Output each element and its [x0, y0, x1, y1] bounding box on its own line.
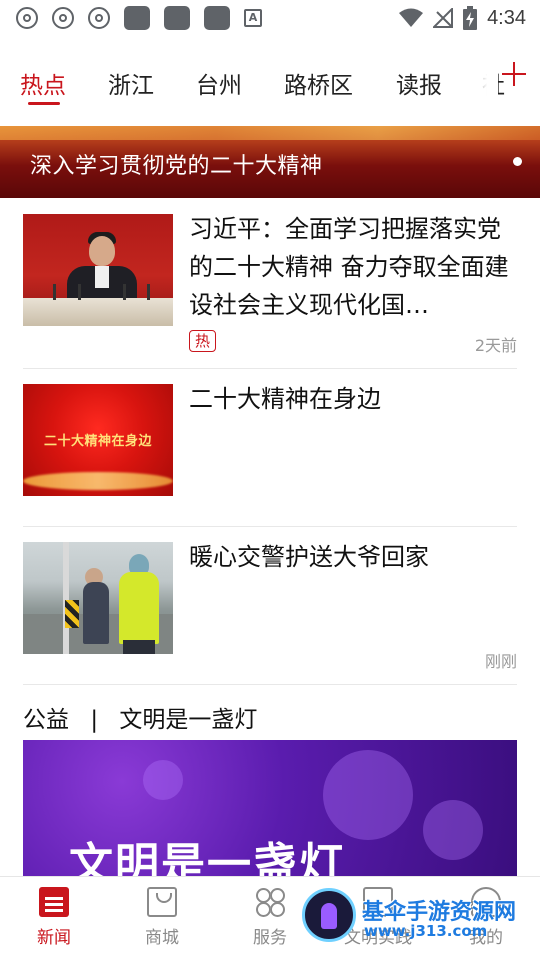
nav-label: 服务: [253, 928, 287, 948]
site-watermark: 基伞手游资源网 www.j313.com: [300, 884, 540, 950]
no-signal-icon: [433, 8, 454, 28]
news-thumbnail: [23, 214, 173, 326]
watermark-url: www.j313.com: [364, 922, 488, 940]
shopping-bag-icon: [147, 887, 177, 917]
section-separator: |: [90, 707, 99, 733]
chrome-notification-icon: [88, 7, 110, 29]
news-time: 2天前: [474, 336, 517, 355]
carousel-indicator: [513, 157, 522, 166]
nav-mall[interactable]: 商城: [122, 887, 202, 948]
banner-slogan: 文明是一盏灯: [69, 839, 345, 878]
news-item[interactable]: 二十大精神在身边 二十大精神在身边: [23, 384, 517, 496]
status-bar: A 4:34: [0, 0, 540, 36]
divider: [23, 368, 517, 369]
section-subtitle: 文明是一盏灯: [119, 707, 258, 733]
app-notification-icon: [124, 6, 150, 30]
news-item[interactable]: 暖心交警护送大爷回家 刚刚: [23, 542, 517, 672]
tab-fade: [462, 66, 498, 106]
public-welfare-banner[interactable]: 文明是一盏灯: [23, 740, 517, 878]
chrome-notification-icon: [52, 7, 74, 29]
news-title: 二十大精神在身边: [189, 385, 381, 413]
tab-zhejiang[interactable]: 浙江: [108, 66, 154, 100]
wifi-icon: [399, 8, 424, 27]
add-channel-icon[interactable]: [502, 62, 526, 86]
news-title: 习近平：全面学习把握落实党的二十大精神 奋力夺取全面建设社会主义现代化国…: [189, 215, 509, 319]
topic-banner[interactable]: 深入学习贯彻党的二十大精神: [0, 126, 540, 198]
thumbnail-caption: 二十大精神在身边: [43, 434, 152, 449]
nav-service[interactable]: 服务: [230, 887, 310, 948]
news-item[interactable]: 习近平：全面学习把握落实党的二十大精神 奋力夺取全面建设社会主义现代化国… 热 …: [23, 214, 517, 355]
section-label: 公益: [23, 707, 69, 733]
news-title: 暖心交警护送大爷回家: [189, 543, 429, 571]
watermark-logo: [302, 888, 356, 942]
channel-tabs: 热点 浙江 台州 路桥区 读报 社: [0, 36, 540, 126]
font-notification-icon: A: [244, 9, 262, 27]
tab-hot[interactable]: 热点: [20, 66, 66, 100]
tab-read-paper[interactable]: 读报: [396, 66, 442, 100]
clock: 4:34: [487, 6, 526, 29]
tab-taizhou[interactable]: 台州: [196, 66, 242, 100]
hot-badge: 热: [189, 330, 217, 352]
service-grid-icon: [255, 887, 285, 917]
nav-news[interactable]: 新闻: [14, 887, 94, 948]
notification-icons: A: [0, 6, 262, 30]
app-notification-icon: [204, 6, 230, 30]
banner-title: 深入学习贯彻党的二十大精神: [30, 154, 323, 179]
news-icon: [39, 887, 69, 917]
divider: [23, 526, 517, 527]
tab-luqiao[interactable]: 路桥区: [284, 66, 353, 100]
nav-label: 商城: [145, 928, 179, 948]
active-tab-indicator: [28, 102, 60, 105]
news-thumbnail: 二十大精神在身边: [23, 384, 173, 496]
public-welfare-heading: 公益 | 文明是一盏灯: [23, 700, 257, 734]
news-thumbnail: [23, 542, 173, 654]
divider: [23, 684, 517, 685]
battery-charging-icon: [463, 6, 478, 30]
app-notification-icon: [164, 6, 190, 30]
nav-label: 新闻: [37, 928, 71, 948]
chrome-notification-icon: [16, 7, 38, 29]
news-app-screen: A 4:34 热点 浙江 台州 路桥区 读报 社: [0, 0, 540, 960]
news-time: 刚刚: [484, 652, 517, 671]
system-status: 4:34: [399, 0, 526, 36]
